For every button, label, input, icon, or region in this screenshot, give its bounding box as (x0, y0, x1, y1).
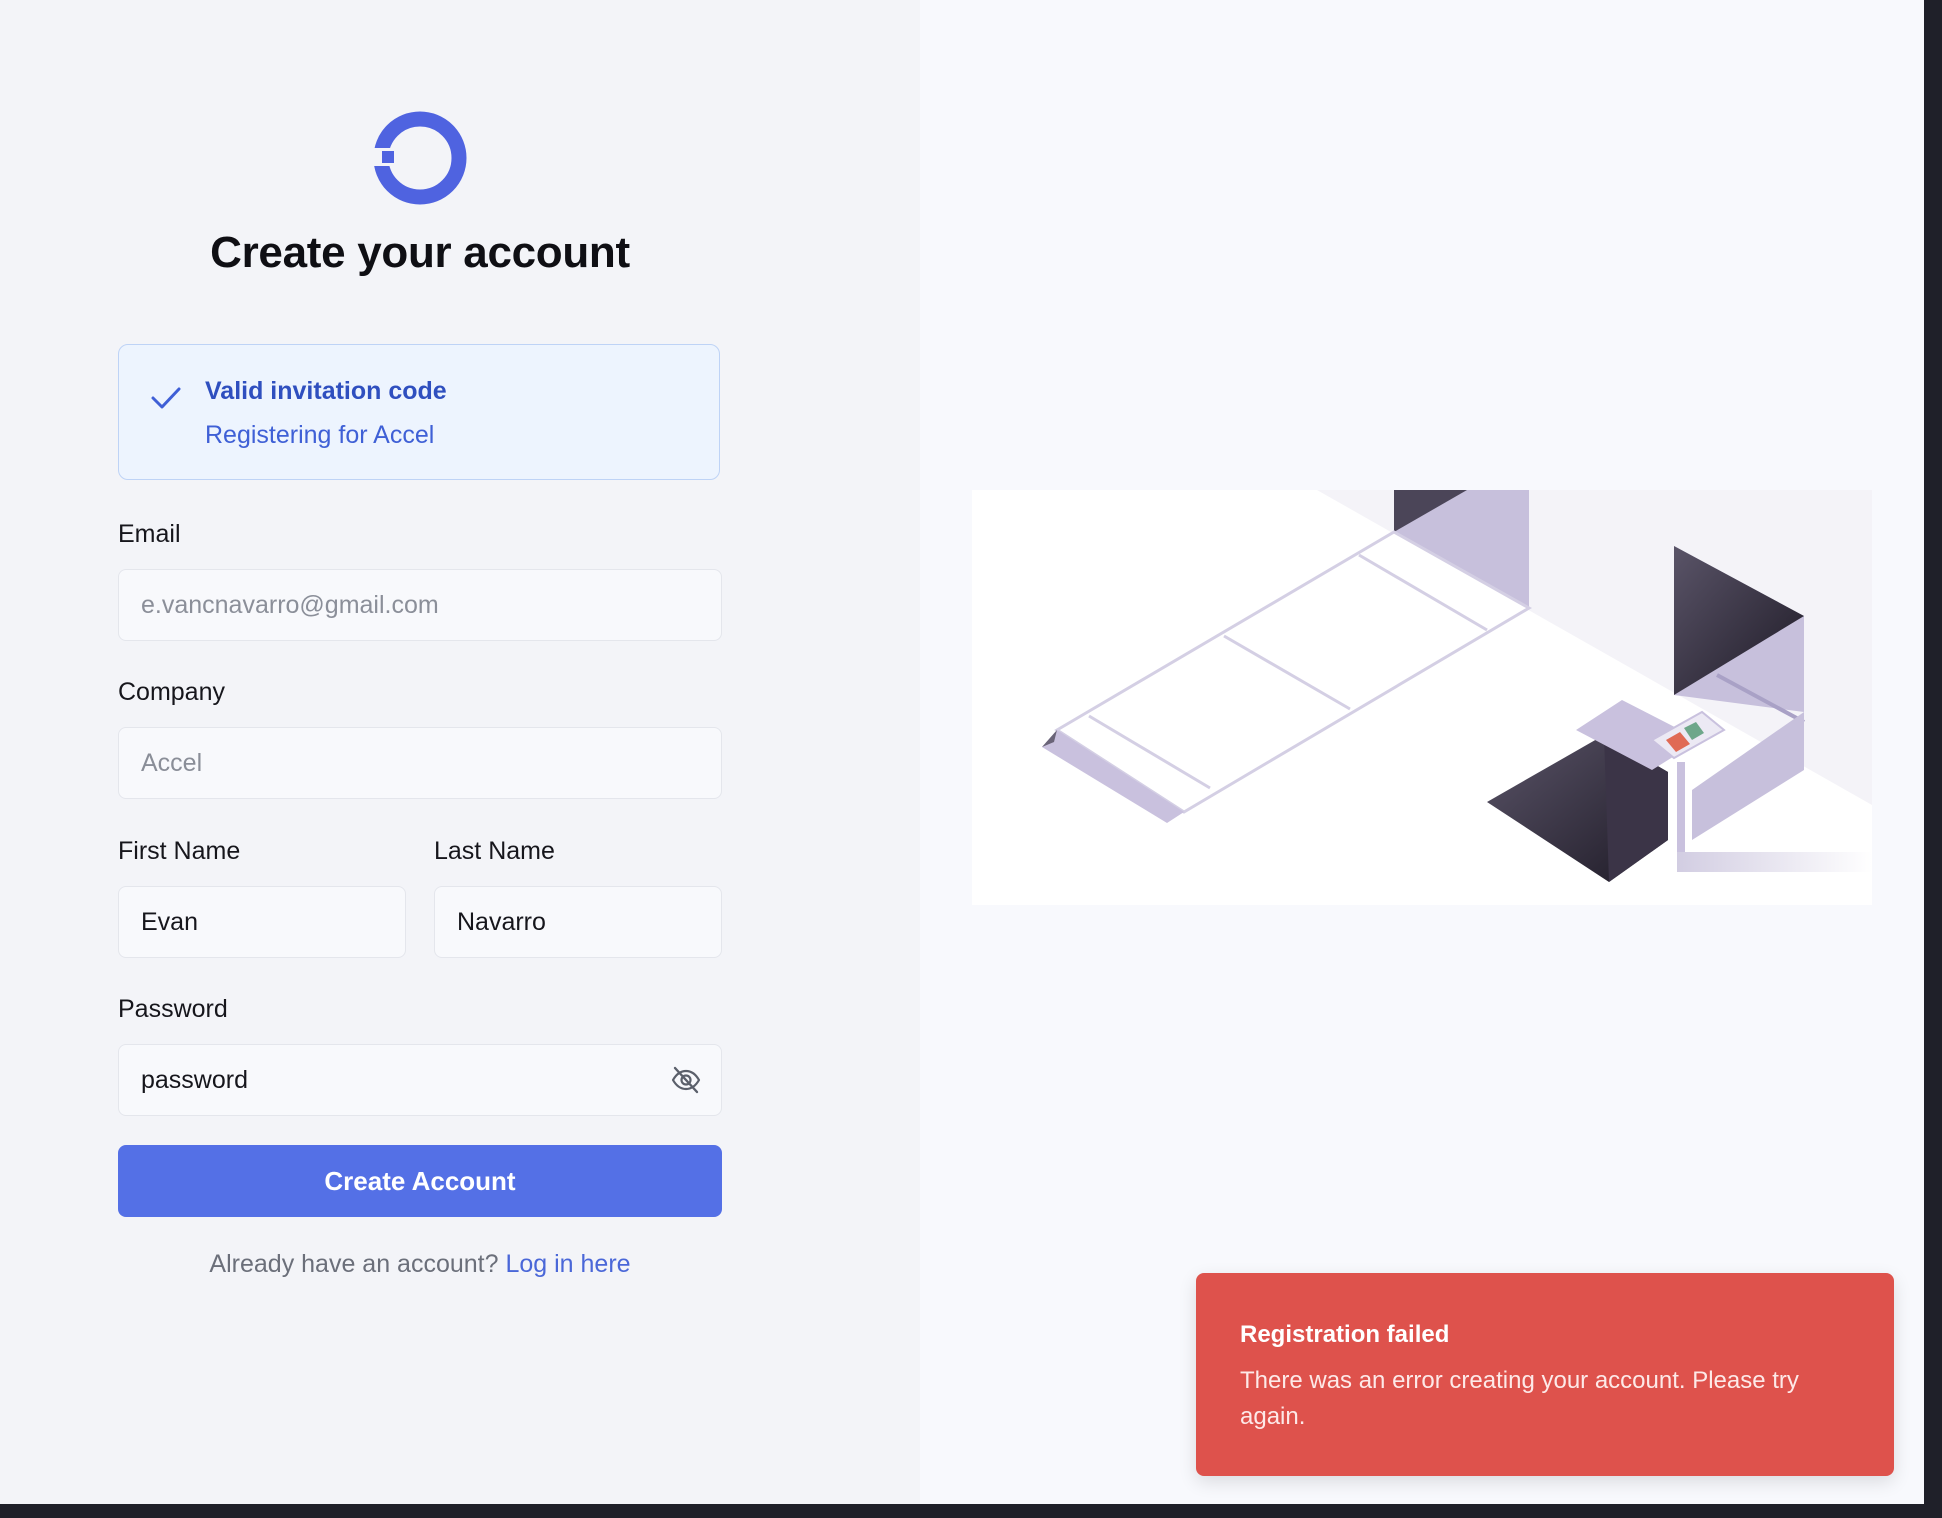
invitation-title: Valid invitation code (205, 377, 447, 405)
login-prompt: Already have an account? Log in here (0, 1250, 840, 1279)
email-field[interactable] (118, 569, 722, 641)
isometric-illustration (972, 490, 1872, 905)
error-toast: Registration failed There was an error c… (1196, 1273, 1894, 1476)
company-field[interactable] (118, 727, 722, 799)
check-icon (151, 387, 181, 409)
login-prompt-text: Already have an account? (209, 1250, 499, 1278)
company-label: Company (118, 678, 225, 706)
password-label: Password (118, 995, 228, 1023)
brand-logo-icon (372, 111, 467, 205)
toast-title: Registration failed (1240, 1321, 1450, 1348)
toast-message: There was an error creating your account… (1240, 1367, 1799, 1430)
signup-panel: Create your account Valid invitation cod… (0, 0, 920, 1504)
screen: Create your account Valid invitation cod… (0, 0, 1924, 1504)
password-field[interactable] (118, 1044, 722, 1116)
login-link[interactable]: Log in here (505, 1250, 630, 1278)
first-name-label: First Name (118, 837, 241, 865)
last-name-field[interactable] (434, 886, 722, 958)
eye-off-icon[interactable] (670, 1064, 702, 1096)
create-account-button[interactable]: Create Account (118, 1145, 722, 1217)
invitation-subtitle: Registering for Accel (205, 421, 435, 449)
email-label: Email (118, 520, 181, 548)
invitation-status-box: Valid invitation code Registering for Ac… (118, 344, 720, 480)
last-name-label: Last Name (434, 837, 555, 865)
page-title: Create your account (210, 228, 630, 277)
first-name-field[interactable] (118, 886, 406, 958)
